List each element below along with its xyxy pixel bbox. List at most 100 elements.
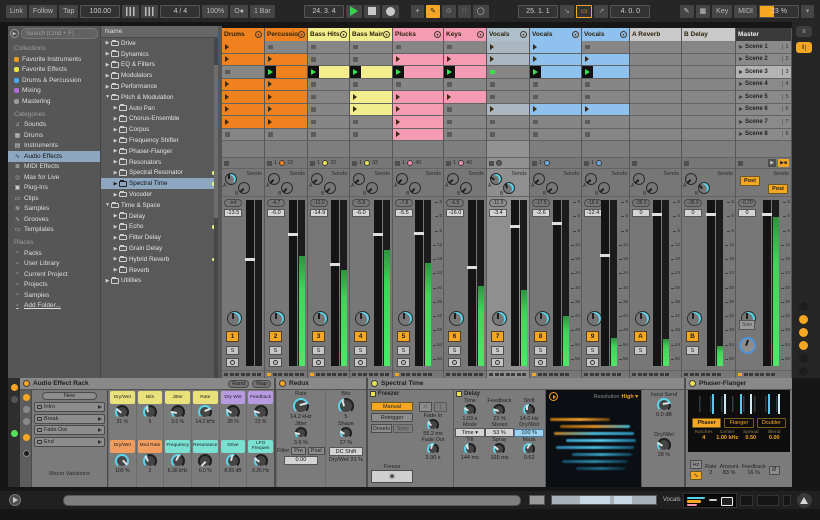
track-header[interactable]: Master (736, 28, 791, 41)
scene-launch-icon[interactable] (739, 132, 743, 136)
collapsed-arrow-icon[interactable]: ▶ (112, 181, 119, 187)
scene-row[interactable]: Scene 55 (736, 91, 791, 104)
launch-variation-icon[interactable] (98, 428, 102, 432)
scene-menu-button[interactable]: ≡ (796, 26, 812, 37)
rack-macro-toggle-icon[interactable] (23, 394, 30, 401)
loop-button[interactable]: ▭ (576, 5, 593, 18)
delay-time-knob[interactable] (464, 404, 476, 416)
tree-item-vocoder[interactable]: ▶Vocoder (101, 189, 218, 200)
clip-slot[interactable] (265, 129, 307, 142)
solo-button[interactable]: S (312, 346, 325, 355)
clip-slot[interactable] (487, 79, 529, 92)
solo-button[interactable]: S (586, 346, 599, 355)
clip-slot[interactable] (444, 91, 486, 104)
freeze-ramp-icon[interactable]: ⌡ (434, 402, 447, 412)
tree-item-resonators[interactable]: ▶Resonators (101, 157, 218, 168)
collection-drums-percussion[interactable]: Drums & Percussion (8, 75, 100, 86)
clip-slot[interactable] (582, 54, 629, 67)
clip-slot[interactable] (487, 41, 529, 54)
clip-slot[interactable] (393, 54, 443, 67)
delay-drywet-field[interactable]: 100 % (514, 429, 544, 437)
track-header[interactable]: Bass Hits▾ (308, 28, 349, 41)
cpu-menu-arrow-icon[interactable]: ▾ (801, 5, 814, 18)
device-overview-block[interactable] (740, 495, 753, 506)
resolution-dropdown[interactable]: High ▾ (621, 394, 638, 400)
arm-button[interactable] (397, 358, 410, 367)
track-activator-button[interactable]: 3 (312, 331, 325, 342)
redux-filter-freq-field[interactable]: 0.00 (284, 456, 318, 465)
collapsed-arrow-icon[interactable]: ▶ (112, 256, 119, 262)
follow-button[interactable]: Follow (29, 5, 57, 18)
clip-slot[interactable] (487, 116, 529, 129)
volume-field[interactable]: -2.6 (532, 209, 550, 217)
track-activator-button[interactable]: A (634, 331, 647, 342)
solo-button[interactable]: S (634, 346, 647, 355)
collapsed-arrow-icon[interactable]: ▶ (112, 213, 119, 219)
arm-button[interactable] (269, 358, 282, 367)
stop-clips-icon[interactable] (267, 161, 272, 166)
tree-item-corpus[interactable]: ▶Corpus (101, 124, 218, 135)
automation-arm-button[interactable]: ✎ (426, 5, 440, 18)
volume-field[interactable]: 0 (738, 209, 756, 217)
collapsed-arrow-icon[interactable]: ▶ (112, 159, 119, 165)
tree-item-phaser-flanger[interactable]: ▶Phaser-Flanger (101, 146, 218, 157)
clip-slot[interactable] (222, 91, 264, 104)
mixer-toggle-sends-icon[interactable] (799, 302, 808, 311)
delay-spray-knob[interactable] (493, 443, 505, 455)
redux-jitter-knob[interactable] (295, 427, 307, 439)
device-power-icon[interactable] (279, 380, 286, 387)
volume-field[interactable]: -3.4 (489, 209, 507, 217)
volume-field[interactable]: 0 (684, 209, 702, 217)
play-button[interactable] (346, 5, 362, 18)
clip-slot[interactable] (582, 104, 629, 117)
fade-in-knob[interactable] (427, 419, 439, 431)
capture-midi-button[interactable]: ∷ (458, 5, 471, 18)
place-current-project[interactable]: ▫Current Project (8, 269, 100, 280)
clip-slot[interactable] (222, 66, 264, 79)
track-activator-button[interactable]: B (686, 331, 699, 342)
crossfade-assign-row[interactable] (530, 371, 581, 378)
send-a-knob[interactable] (533, 173, 545, 185)
clip-slot[interactable] (222, 104, 264, 117)
mixer-toggle-trackdelay-icon[interactable] (799, 341, 808, 350)
solo-button[interactable]: S (448, 346, 461, 355)
send-a-knob[interactable] (225, 173, 237, 185)
clip-slot[interactable] (350, 129, 392, 142)
send-a-post-button[interactable]: Post (740, 176, 760, 186)
send-a-knob[interactable] (490, 173, 502, 185)
send-a-knob[interactable] (633, 173, 645, 185)
scene-row[interactable]: Scene 88 (736, 129, 791, 142)
send-b-post-button[interactable]: Post (768, 184, 788, 194)
pan-knob[interactable] (313, 311, 328, 326)
tree-item-pitch-modulation[interactable]: ▼Pitch & Modulation (101, 92, 218, 103)
collection-mixing[interactable]: Mixing (8, 86, 100, 97)
redux-filter-pre-button[interactable]: Pre (291, 447, 306, 455)
solo-button[interactable]: S (686, 346, 699, 355)
arm-button[interactable] (448, 358, 461, 367)
clip-slot[interactable] (350, 116, 392, 129)
clip-slot[interactable] (444, 104, 486, 117)
io-output-value[interactable]: 32 (330, 160, 336, 166)
track-activator-button[interactable]: 7 (491, 331, 504, 342)
collapsed-arrow-icon[interactable]: ▶ (104, 84, 111, 90)
track-menu-icon[interactable]: ▾ (340, 31, 347, 38)
overdub-button[interactable]: + (411, 5, 424, 18)
phaser-title-bar[interactable]: Phaser-Flanger (686, 378, 792, 390)
category-instruments[interactable]: ▤Instruments (8, 141, 100, 152)
rack-variation-intro[interactable]: Intro (34, 402, 105, 412)
clip-slot[interactable] (582, 66, 629, 79)
io-input-value[interactable]: 1 (359, 160, 362, 166)
stop-clips-icon[interactable] (224, 161, 229, 166)
phaser-phase-invert-button[interactable]: Ø (769, 466, 780, 475)
stop-clips-icon[interactable] (489, 161, 494, 166)
rack-rand-button[interactable]: Rand (228, 380, 249, 388)
send-a-knob[interactable] (311, 173, 323, 185)
phaser-param-blend[interactable]: Blend0.00 (763, 430, 787, 441)
redux-drywet-value[interactable]: 31 % (351, 457, 364, 463)
rack-variation-toggle-icon[interactable] (23, 434, 30, 441)
solo-button[interactable]: S (354, 346, 367, 355)
volume-field[interactable]: -5.5 (395, 209, 413, 217)
tree-item-drive[interactable]: ▶Drive (101, 38, 218, 49)
volume-field[interactable]: -14.9 (310, 209, 328, 217)
scene-row[interactable]: Scene 33 (736, 66, 791, 79)
